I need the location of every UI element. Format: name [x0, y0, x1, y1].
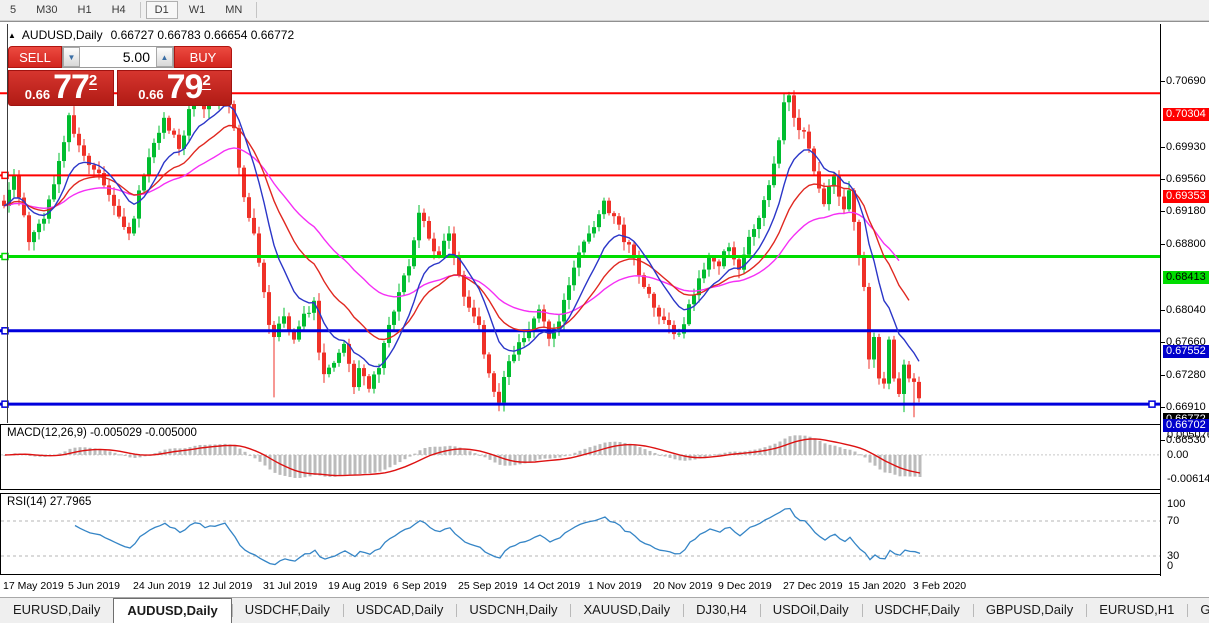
sell-price-main: 77 — [53, 72, 89, 102]
timeframe-button-d1[interactable]: D1 — [146, 1, 178, 19]
chart-tab-dj30-h4[interactable]: DJ30,H4 — [683, 598, 760, 623]
timeframe-button-m30[interactable]: M30 — [27, 1, 66, 19]
date-tick-label: 14 Oct 2019 — [523, 580, 580, 592]
volume-increase-icon[interactable]: ▲ — [156, 47, 173, 67]
price-tick-label: 0.68040 — [1166, 304, 1206, 316]
date-tick-label: 27 Dec 2019 — [783, 580, 843, 592]
price-tick-mark — [1161, 244, 1165, 245]
price-tick-mark — [1161, 440, 1165, 441]
price-tick-mark — [1161, 211, 1165, 212]
rsi-label: RSI(14) 27.7965 — [7, 496, 91, 508]
date-tick-label: 19 Aug 2019 — [328, 580, 387, 592]
date-tick-label: 25 Sep 2019 — [458, 580, 518, 592]
rsi-panel[interactable]: RSI(14) 27.7965 10070300 — [0, 493, 1161, 575]
sell-price-prefix: 0.66 — [25, 87, 50, 102]
timeframe-button-mn[interactable]: MN — [216, 1, 251, 19]
volume-decrease-icon[interactable]: ▼ — [63, 47, 80, 67]
date-tick-label: 3 Feb 2020 — [913, 580, 966, 592]
chart-tab-usdchf-daily[interactable]: USDCHF,Daily — [232, 598, 343, 623]
price-tick-mark — [1161, 147, 1165, 148]
sell-price-pip: 2 — [89, 72, 97, 90]
toolbar-separator — [140, 2, 141, 18]
timeframe-button-5[interactable]: 5 — [1, 1, 25, 19]
one-click-trading-panel: SELL ▼ 5.00 ▲ BUY 0.66 77 2 0.66 79 2 — [8, 46, 232, 106]
price-tick-label: 0.69180 — [1166, 205, 1206, 217]
sell-price-display[interactable]: 0.66 77 2 — [8, 70, 114, 106]
date-axis[interactable]: 17 May 2019 5 Jun 2019 24 Jun 2019 12 Jul 2… — [0, 577, 1161, 598]
price-tick-label: 0.69930 — [1166, 141, 1206, 153]
date-tick-label: 5 Jun 2019 — [68, 580, 120, 592]
chart-tab-bar: EURUSD,DailyAUDUSD,DailyUSDCHF,DailyUSDC… — [0, 597, 1209, 623]
chart-tab-xauusd-daily[interactable]: XAUUSD,Daily — [570, 598, 683, 623]
timeframe-toolbar: 5M30H1H4 D1W1MN — [0, 0, 1209, 21]
price-tick-label: 0.69560 — [1166, 173, 1206, 185]
terminal-window: 5M30H1H4 D1W1MN ▲AUDUSD,Daily0.66727 0.66… — [0, 0, 1209, 623]
chart-tab-gbpusd-daily[interactable]: GBPUSD,Daily — [973, 598, 1086, 623]
volume-spinner: ▼ 5.00 ▲ — [62, 46, 174, 68]
chart-tab-gbpaud-h1[interactable]: GBPAUD,H1 — [1187, 598, 1209, 623]
buy-price-display[interactable]: 0.66 79 2 — [117, 70, 232, 106]
date-tick-label: 15 Jan 2020 — [848, 580, 906, 592]
timeframe-button-h4[interactable]: H4 — [103, 1, 135, 19]
date-tick-label: 1 Nov 2019 — [588, 580, 642, 592]
price-level-label-green: 0.68413 — [1163, 271, 1209, 284]
price-tick-mark — [1161, 342, 1165, 343]
price-tick-mark — [1161, 407, 1165, 408]
sell-button[interactable]: SELL — [8, 46, 62, 68]
timeframe-button-h1[interactable]: H1 — [69, 1, 101, 19]
buy-price-pip: 2 — [202, 72, 210, 90]
chart-tab-eurusd-daily[interactable]: EURUSD,Daily — [0, 598, 113, 623]
chart-tab-usdcnh-daily[interactable]: USDCNH,Daily — [456, 598, 570, 623]
macd-panel[interactable]: MACD(12,26,9) -0.005029 -0.005000 0.0050… — [0, 424, 1161, 490]
toolbar-separator — [256, 2, 257, 18]
date-tick-label: 9 Dec 2019 — [718, 580, 772, 592]
date-tick-label: 31 Jul 2019 — [263, 580, 317, 592]
price-tick-label: 0.67280 — [1166, 369, 1206, 381]
price-tick-mark — [1161, 375, 1165, 376]
price-tick-label: 0.66910 — [1166, 401, 1206, 413]
price-axis[interactable]: 0.70690 0.69930 0.69560 0.69180 0.68800 0.680… — [1161, 22, 1209, 597]
price-level-label-blue: 0.66702 — [1163, 419, 1209, 432]
price-tick-mark — [1161, 179, 1165, 180]
chart-tab-usdoil-daily[interactable]: USDOil,Daily — [760, 598, 862, 623]
volume-field[interactable]: 5.00 — [80, 47, 156, 67]
date-tick-label: 6 Sep 2019 — [393, 580, 447, 592]
chart-window: ▲AUDUSD,Daily0.66727 0.66783 0.66654 0.6… — [0, 21, 1209, 597]
date-tick-label: 24 Jun 2019 — [133, 580, 191, 592]
price-level-label-blue: 0.67552 — [1163, 345, 1209, 358]
price-tick-label: 0.68800 — [1166, 238, 1206, 250]
price-tick-label: 0.70690 — [1166, 75, 1206, 87]
chart-tab-usdchf-daily[interactable]: USDCHF,Daily — [862, 598, 973, 623]
date-tick-label: 20 Nov 2019 — [653, 580, 713, 592]
date-tick-label: 17 May 2019 — [3, 580, 64, 592]
buy-price-main: 79 — [167, 72, 203, 102]
price-level-label-red: 0.69353 — [1163, 190, 1209, 203]
macd-label: MACD(12,26,9) -0.005029 -0.005000 — [7, 427, 197, 439]
buy-button[interactable]: BUY — [174, 46, 232, 68]
chart-tab-eurusd-h1[interactable]: EURUSD,H1 — [1086, 598, 1187, 623]
price-tick-mark — [1161, 310, 1165, 311]
date-tick-label: 12 Jul 2019 — [198, 580, 252, 592]
chart-tab-audusd-daily[interactable]: AUDUSD,Daily — [113, 598, 231, 623]
timeframe-button-w1[interactable]: W1 — [180, 1, 215, 19]
price-level-label-red: 0.70304 — [1163, 108, 1209, 121]
buy-price-prefix: 0.66 — [138, 87, 163, 102]
price-tick-mark — [1161, 81, 1165, 82]
chart-tab-usdcad-daily[interactable]: USDCAD,Daily — [343, 598, 456, 623]
price-tick-label: 0.66530 — [1166, 434, 1206, 446]
